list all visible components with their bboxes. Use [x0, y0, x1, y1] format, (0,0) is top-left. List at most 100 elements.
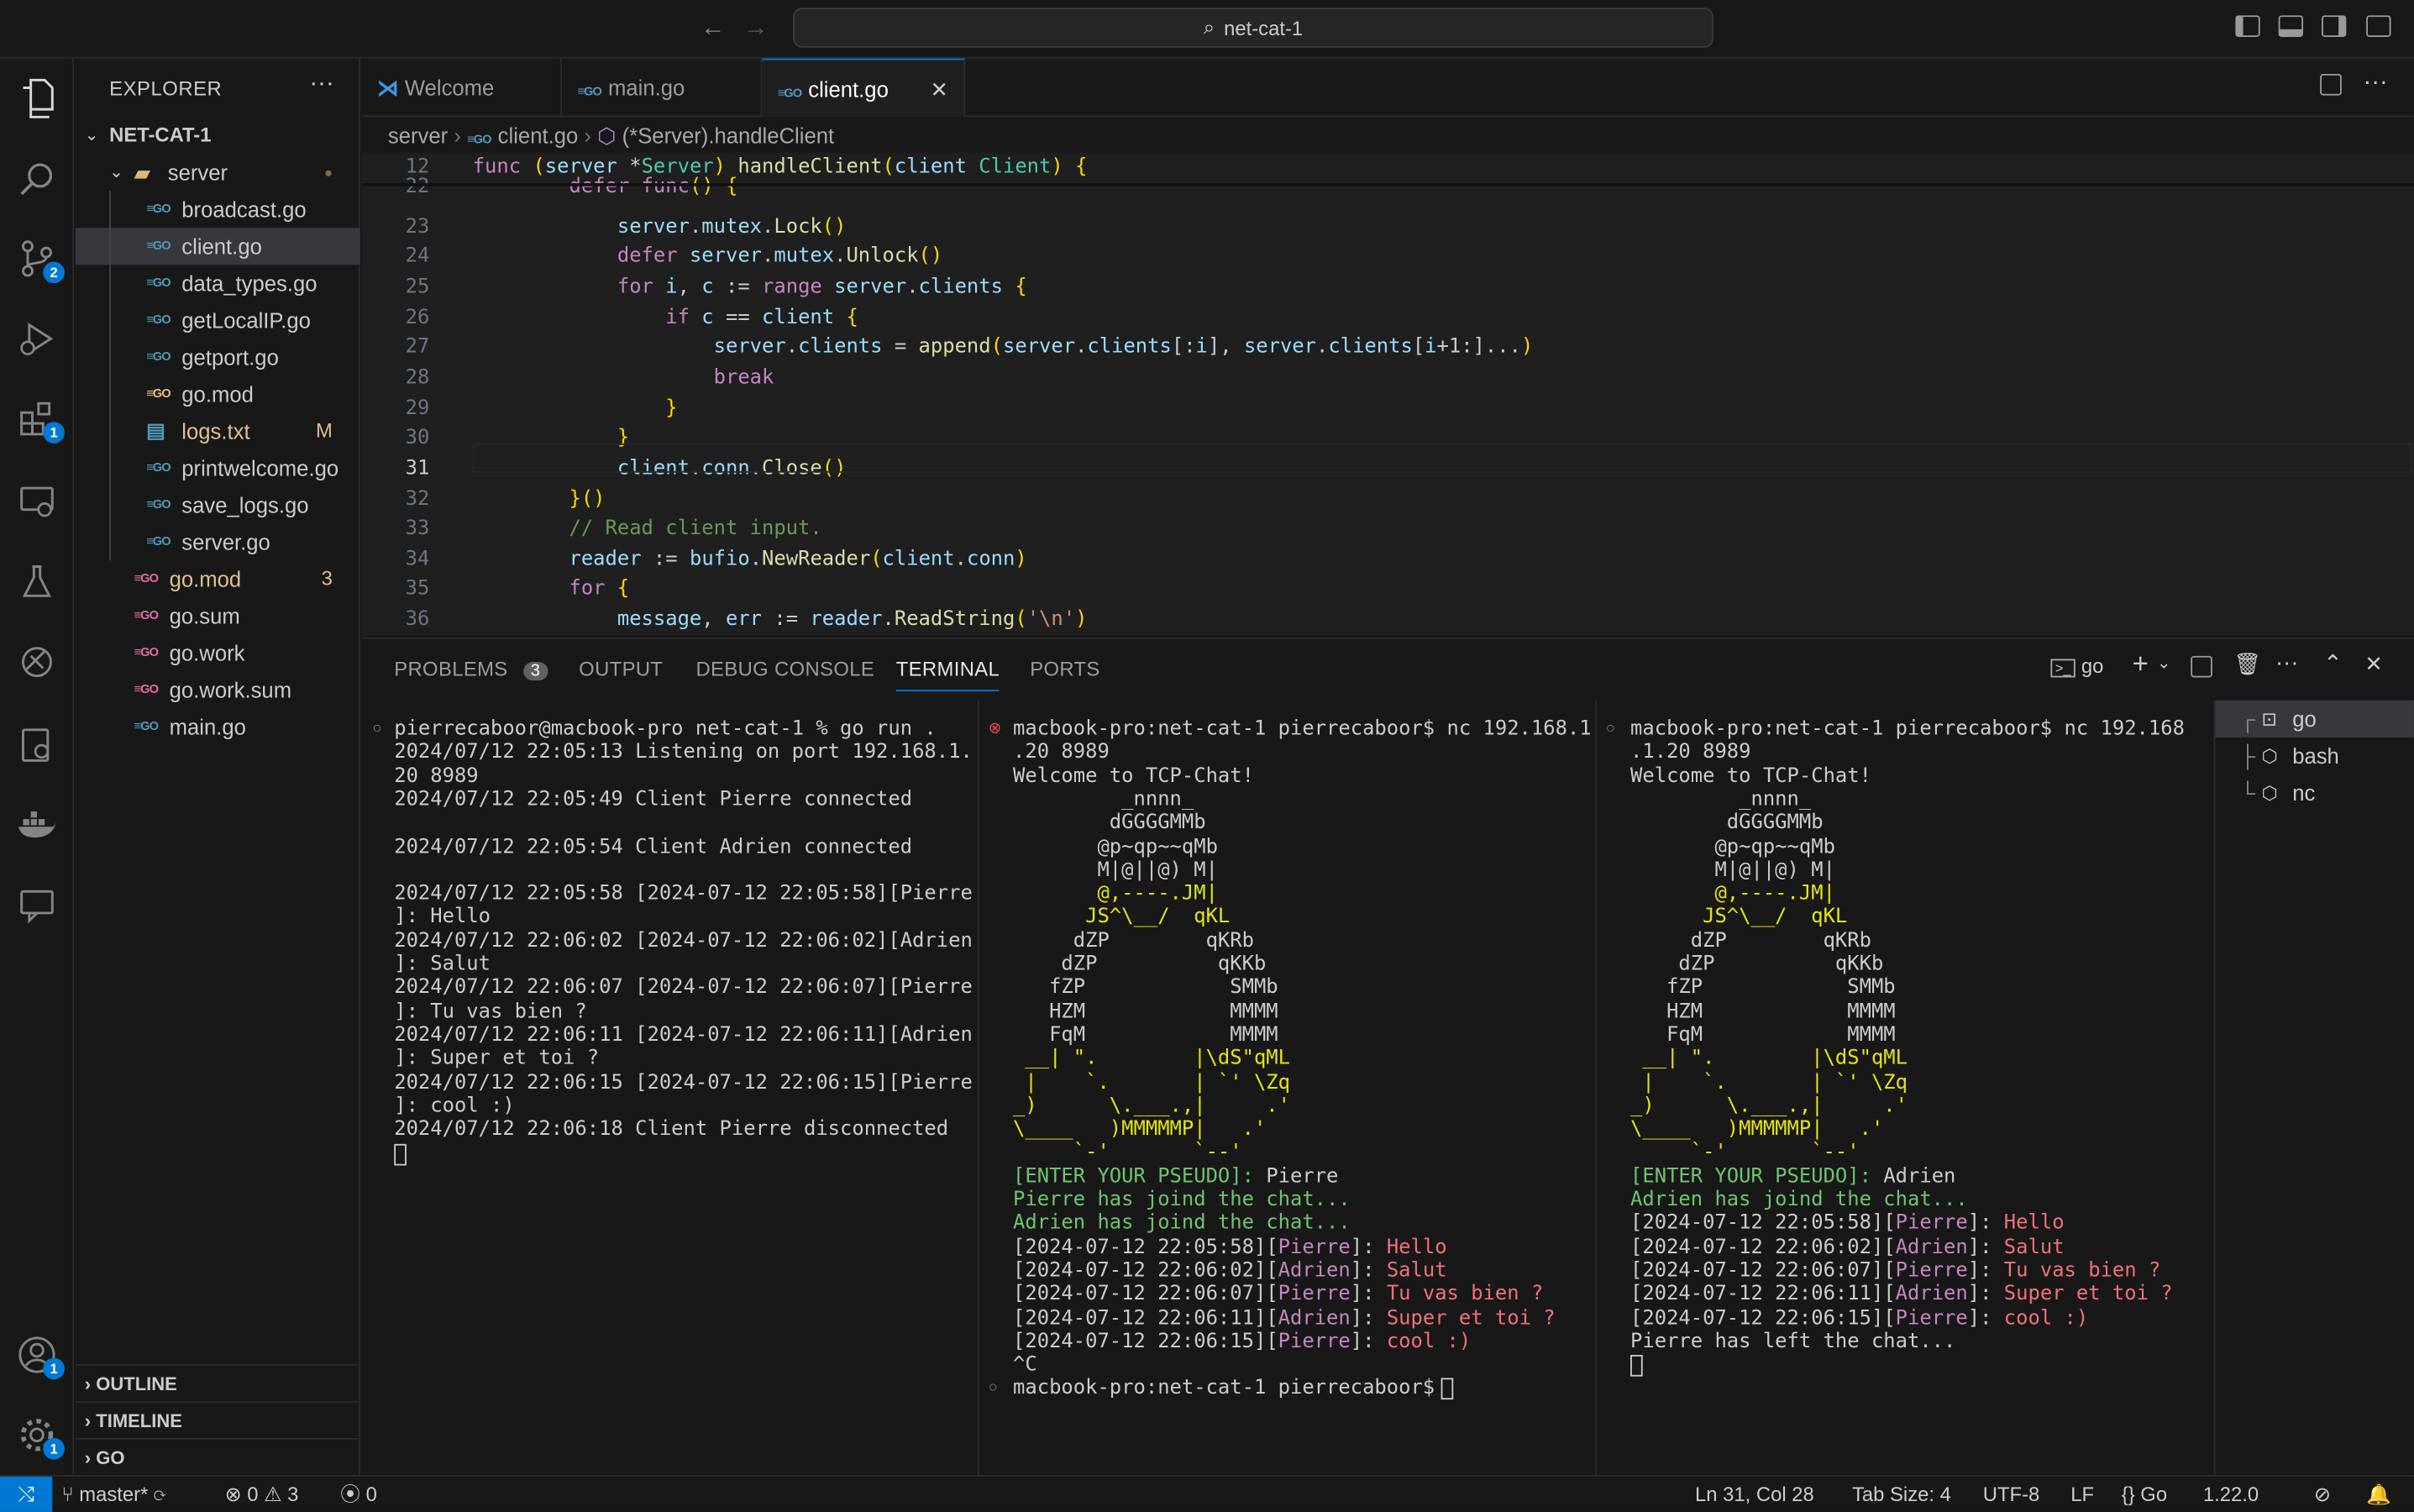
tree-item-label: getLocalIP.go	[181, 307, 311, 333]
chat-timestamp: [2024-07-12 22:06:07]	[1630, 1259, 1884, 1283]
tab-terminal[interactable]: TERMINAL	[895, 658, 1000, 691]
git-status-badge: 3	[321, 566, 333, 591]
terminal-profile[interactable]: >_ go	[2050, 654, 2103, 678]
tree-item-logs-txt[interactable]: ▤ logs.txt M	[76, 412, 360, 449]
language-mode[interactable]: {} Go	[2122, 1477, 2167, 1512]
split-editor-icon[interactable]	[2320, 73, 2342, 96]
tab-output[interactable]: OUTPUT	[579, 658, 663, 680]
tab-main-go[interactable]: ≡GO main.go	[562, 58, 763, 118]
remote-indicator-icon[interactable]: ⤭	[0, 1476, 53, 1512]
copilot-icon[interactable]: ⊘	[2314, 1477, 2331, 1512]
tree-item-go-work[interactable]: ≡GO go.work	[76, 634, 360, 671]
tree-item-save_logs-go[interactable]: ≡GO save_logs.go	[76, 486, 360, 523]
code-editor[interactable]: 12 func (server *Server) handleClient(cli…	[361, 152, 2414, 636]
terminal-nc-adrien[interactable]: ○ macbook-pro:net-cat-1 pierrecaboor$ nc …	[1606, 717, 2209, 1472]
encoding[interactable]: UTF-8	[1983, 1477, 2040, 1512]
tab-debug-console[interactable]: DEBUG CONSOLE	[695, 658, 874, 680]
command-center-search[interactable]: ⌕ net-cat-1	[792, 8, 1714, 48]
chat-author: Pierre	[1278, 1283, 1351, 1306]
run-debug-icon[interactable]	[13, 314, 62, 364]
editor-tab-bar: ⋊ Welcome ≡GO main.go ≡GO client.go ✕ ···	[361, 58, 2414, 118]
breadcrumb-file[interactable]: client.go	[498, 123, 579, 148]
terminal-status-dot-icon: ○	[988, 1379, 998, 1398]
docker-icon[interactable]	[13, 801, 62, 850]
chat-timestamp: [2024-07-12 22:06:02]	[1013, 1259, 1267, 1283]
comments-icon[interactable]	[13, 880, 62, 930]
panel-more-icon[interactable]: ···	[2275, 649, 2298, 675]
trash-icon[interactable]: 🗑	[2234, 651, 2262, 677]
outline-section[interactable]: › OUTLINE	[75, 1363, 360, 1401]
forward-arrow-icon[interactable]: →	[741, 13, 772, 45]
tree-item-broadcast-go[interactable]: ≡GO broadcast.go	[76, 191, 360, 228]
settings-gear-icon[interactable]: 1	[13, 1410, 65, 1460]
tree-item-main-go[interactable]: ≡GO main.go	[76, 708, 360, 745]
chat-timestamp: [2024-07-12 22:06:15]	[1013, 1330, 1267, 1353]
tab-problems[interactable]: PROBLEMS 3	[394, 658, 548, 681]
toggle-primary-sidebar-icon[interactable]	[2235, 15, 2260, 37]
customize-layout-icon[interactable]	[2366, 15, 2391, 37]
tree-item-data_types-go[interactable]: ≡GO data_types.go	[76, 265, 360, 302]
tree-item-getport-go[interactable]: ≡GO getport.go	[76, 339, 360, 375]
timeline-section[interactable]: › TIMELINE	[75, 1400, 360, 1438]
chevron-down-icon[interactable]: ⌄	[2157, 653, 2171, 673]
close-panel-icon[interactable]: ✕	[2364, 651, 2383, 677]
tab-client-go[interactable]: ≡GO client.go ✕	[762, 58, 966, 118]
tree-item-getLocalIP-go[interactable]: ≡GO getLocalIP.go	[76, 302, 360, 339]
terminal-list-item-nc[interactable]: └ ⬡ nc	[2216, 774, 2414, 811]
ascii-art-line: dGGGGMMb	[1013, 811, 1206, 835]
api-client-icon[interactable]	[13, 638, 62, 687]
tree-connector: └	[2239, 780, 2256, 806]
notifications-bell-icon[interactable]: 🔔	[2366, 1477, 2391, 1512]
tree-item-server[interactable]: ⌄ ▰ server ●	[76, 154, 360, 191]
remote-explorer-icon[interactable]	[13, 477, 62, 527]
source-control-icon[interactable]: 2	[13, 234, 65, 284]
editor-more-icon[interactable]: ···	[2364, 69, 2388, 97]
terminal-list-item-go[interactable]: ┌ ⊡ go	[2215, 700, 2414, 738]
project-root[interactable]: ⌄ NET-CAT-1	[76, 117, 360, 154]
new-terminal-plus-icon[interactable]: +	[2133, 648, 2149, 680]
more-actions-icon[interactable]: ···	[309, 71, 333, 98]
tab-welcome[interactable]: ⋊ Welcome	[362, 58, 563, 118]
database-settings-icon[interactable]	[13, 721, 62, 770]
tree-item-go-mod[interactable]: ≡GO go.mod	[76, 375, 360, 412]
cursor-position[interactable]: Ln 31, Col 28	[1695, 1477, 1814, 1512]
terminal-list-item-bash[interactable]: ├ ⬡ bash	[2216, 738, 2414, 774]
tree-item-server-go[interactable]: ≡GO server.go	[76, 523, 360, 560]
terminal-nc-pierre[interactable]: ⊗ macbook-pro:net-cat-1 pierrecaboor$ nc …	[989, 717, 1592, 1472]
chat-text: Super et toi ?	[2003, 1283, 2173, 1306]
tab-ports[interactable]: PORTS	[1030, 658, 1100, 680]
go-version[interactable]: 1.22.0	[2203, 1477, 2259, 1512]
explorer-title: EXPLORER	[109, 76, 223, 101]
tree-item-printwelcome-go[interactable]: ≡GO printwelcome.go	[76, 449, 360, 486]
toggle-panel-icon[interactable]	[2278, 15, 2304, 37]
breadcrumb-folder[interactable]: server	[388, 123, 448, 148]
accounts-icon[interactable]: 1	[13, 1331, 65, 1380]
tree-item-go-work-sum[interactable]: ≡GO go.work.sum	[76, 671, 360, 708]
tree-item-client-go[interactable]: ≡GO client.go	[75, 228, 360, 265]
breadcrumb-symbol[interactable]: (*Server).handleClient	[622, 123, 834, 148]
go-section[interactable]: › GO	[75, 1437, 360, 1475]
ports-status[interactable]: ⦿ 0	[340, 1477, 377, 1512]
close-tab-icon[interactable]: ✕	[931, 60, 949, 118]
tree-item-go-mod[interactable]: ≡GO go.mod 3	[76, 560, 360, 597]
back-arrow-icon[interactable]: ←	[697, 13, 728, 45]
ascii-art-line: | `. | `' \Zq	[1013, 1070, 1290, 1095]
terminal-prompt-cont: .20 8989	[1013, 741, 1110, 764]
terminal-go-run[interactable]: pierrecaboor@macbook-pro net-cat-1 % go …	[373, 717, 973, 1472]
split-terminal-icon[interactable]	[2191, 655, 2212, 678]
maximize-panel-icon[interactable]: ⌃	[2323, 649, 2343, 677]
problems-status[interactable]: ⊗ 0 ⚠ 3	[225, 1477, 299, 1512]
branch-status[interactable]: ⑂ master* ⟳	[61, 1477, 165, 1512]
tree-item-go-sum[interactable]: ≡GO go.sum	[76, 597, 360, 634]
ascii-art-line: __| ". |\dS"qML	[1013, 1047, 1290, 1071]
extensions-icon[interactable]: 1	[13, 394, 65, 444]
explorer-icon[interactable]	[13, 74, 62, 123]
code-line: message, err := reader.ReadString('\n')	[617, 608, 1088, 632]
tab-size[interactable]: Tab Size: 4	[1852, 1477, 1951, 1512]
line-ending[interactable]: LF	[2070, 1477, 2094, 1512]
search-icon[interactable]	[13, 154, 62, 203]
ascii-art-line: fZP SMMb	[1630, 976, 1896, 1000]
testing-icon[interactable]	[13, 558, 62, 607]
indent-guide	[109, 191, 111, 561]
toggle-secondary-sidebar-icon[interactable]	[2322, 15, 2347, 37]
